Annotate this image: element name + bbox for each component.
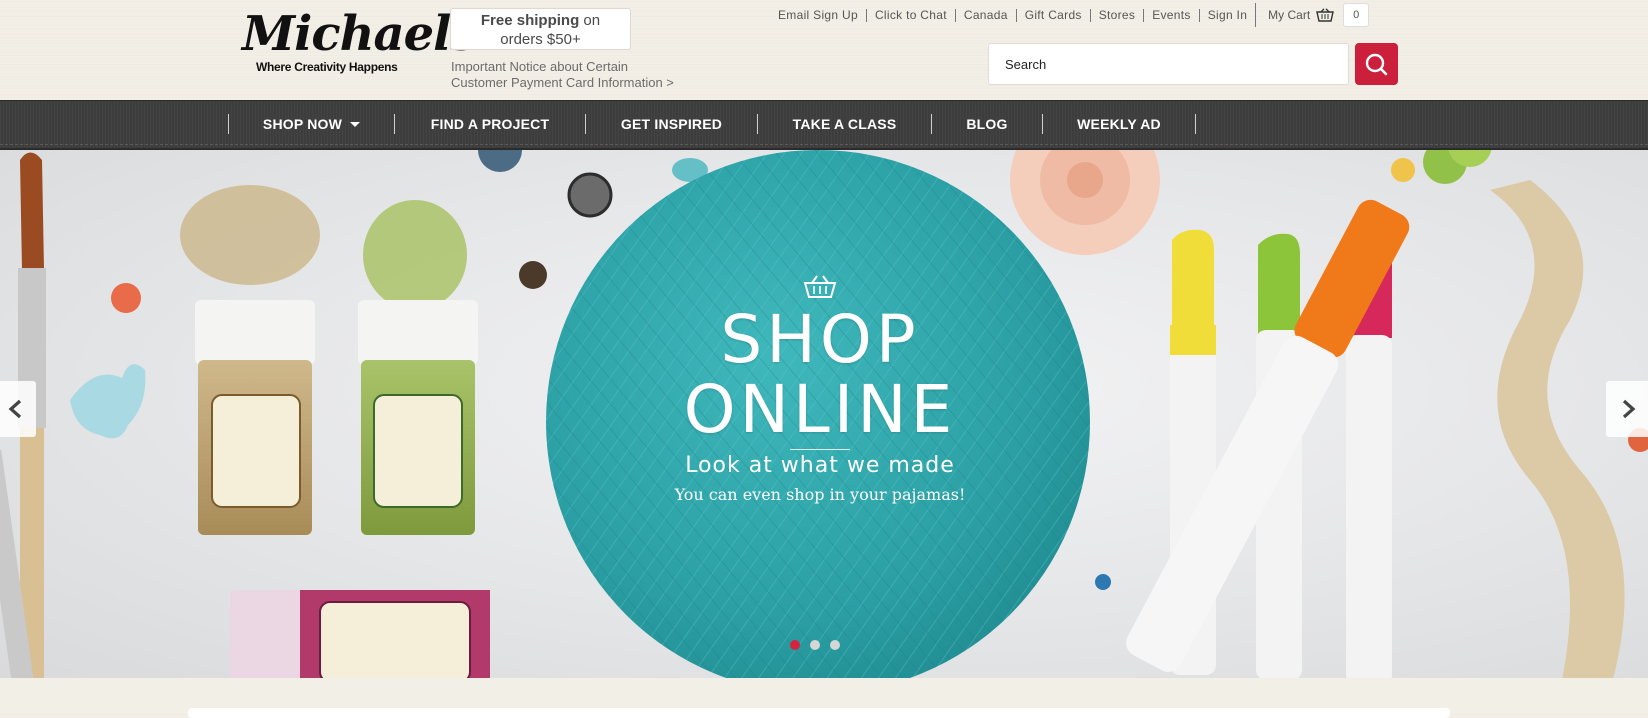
hero-tagline: You can even shop in your pajamas!	[674, 485, 966, 504]
hero-text-block: SHOP ONLINE Look at what we made You can…	[620, 275, 1020, 506]
free-shipping-banner[interactable]: Free shipping on orders $50+	[450, 8, 631, 50]
hero-subtitle: Look at what we made	[685, 453, 955, 478]
nav-weekly-ad[interactable]: WEEKLY AD	[1042, 114, 1196, 134]
cart-label: My Cart	[1268, 8, 1311, 22]
search-icon	[1365, 53, 1388, 76]
notice-line2: Customer Payment Card Information >	[451, 75, 674, 90]
shopping-basket-icon	[803, 275, 837, 298]
basket-icon	[1316, 8, 1335, 22]
gift-cards-link[interactable]: Gift Cards	[1015, 8, 1090, 22]
click-to-chat-link[interactable]: Click to Chat	[865, 8, 955, 22]
nav-find-a-project[interactable]: FIND A PROJECT	[394, 114, 585, 134]
notice-line1: Important Notice about Certain	[451, 59, 629, 74]
carousel-dot-1[interactable]	[790, 640, 800, 650]
blue-button-decor	[478, 150, 522, 172]
gold-glitter-jar	[195, 300, 315, 535]
main-nav: SHOP NOW FIND A PROJECT GET INSPIRED TAK…	[0, 100, 1648, 150]
michaels-logo[interactable]: Michaels Where Creativity Happens	[242, 8, 477, 78]
nav-get-inspired[interactable]: GET INSPIRED	[585, 114, 757, 134]
peach-flower-decor	[1010, 150, 1160, 255]
gold-glitter-pile	[180, 185, 320, 285]
chevron-left-icon	[8, 399, 22, 419]
hero-divider	[790, 449, 850, 450]
logo-tagline: Where Creativity Happens	[256, 60, 398, 74]
email-signup-link[interactable]: Email Sign Up	[770, 8, 866, 22]
nav-blog[interactable]: BLOG	[931, 114, 1042, 134]
sign-in-link[interactable]: Sign In	[1198, 8, 1255, 22]
logo-wordmark: Michaels	[242, 6, 477, 62]
blue-bead-decor	[1095, 574, 1111, 590]
pink-glitter-jar	[230, 590, 490, 678]
green-glitter-jar	[358, 300, 478, 535]
nav-shop-now[interactable]: SHOP NOW	[228, 114, 394, 134]
search-button[interactable]	[1355, 43, 1398, 85]
hero-title-line2: ONLINE	[683, 371, 957, 448]
carousel-next-button[interactable]	[1606, 381, 1648, 437]
nav-shop-now-label: SHOP NOW	[262, 116, 343, 132]
orange-button-decor	[111, 283, 141, 313]
nav-take-a-class[interactable]: TAKE A CLASS	[757, 114, 931, 134]
main-nav-items: SHOP NOW FIND A PROJECT GET INSPIRED TAK…	[228, 114, 1196, 134]
events-link[interactable]: Events	[1143, 8, 1199, 22]
free-shipping-bold: Free shipping	[480, 12, 580, 29]
free-shipping-line1: Free shipping on	[451, 11, 630, 30]
green-glitter-pile	[363, 200, 467, 310]
site-header: Michaels Where Creativity Happens Free s…	[0, 0, 1648, 100]
metal-button-decor	[567, 172, 613, 218]
brown-bead-decor	[519, 261, 547, 289]
hero-carousel[interactable]: SHOP ONLINE Look at what we made You can…	[0, 150, 1648, 678]
caret-down-icon	[350, 121, 361, 127]
cart-count-badge: 0	[1343, 3, 1370, 27]
chevron-ribbon-decor	[1490, 180, 1625, 678]
stores-link[interactable]: Stores	[1089, 8, 1143, 22]
carousel-prev-button[interactable]	[0, 381, 36, 437]
canada-link[interactable]: Canada	[954, 8, 1016, 22]
yellow-button-decor	[1391, 158, 1415, 182]
my-cart-link[interactable]: My Cart 0	[1255, 3, 1370, 27]
butterfly-decor	[70, 364, 146, 439]
payment-card-notice-link[interactable]: Important Notice about Certain Customer …	[451, 59, 711, 91]
content-panel-top	[188, 708, 1450, 718]
free-shipping-line2: orders $50+	[500, 31, 581, 48]
carousel-dots	[790, 640, 840, 650]
carousel-dot-3[interactable]	[830, 640, 840, 650]
search-input[interactable]	[988, 43, 1349, 85]
free-shipping-on: on	[579, 12, 601, 29]
carousel-dot-2[interactable]	[810, 640, 820, 650]
chevron-right-icon	[1622, 399, 1636, 419]
hero-title-line1: SHOP	[720, 301, 920, 378]
utility-nav: Email Sign Up Click to Chat Canada Gift …	[770, 3, 1370, 27]
